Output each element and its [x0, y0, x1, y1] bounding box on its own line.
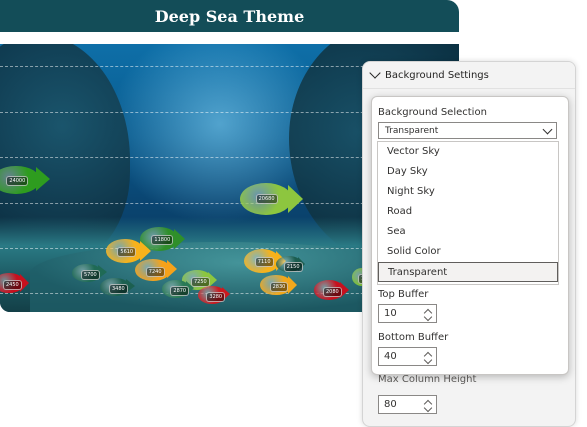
chevron-down-icon[interactable]: [369, 67, 381, 79]
option-vector-sky[interactable]: Vector Sky: [378, 142, 558, 162]
fish-tail: [288, 185, 303, 213]
fish-marker[interactable]: 2150: [276, 254, 305, 274]
bottom-buffer-label: Bottom Buffer: [378, 332, 449, 343]
chevron-down-icon[interactable]: [542, 124, 553, 135]
fish-value-label: 2150: [283, 261, 303, 272]
top-buffer-value: 10: [384, 308, 397, 319]
background-selection-value: Transparent: [385, 125, 439, 136]
fish-tail: [174, 228, 185, 249]
bottom-buffer-value: 40: [384, 351, 397, 362]
option-sea[interactable]: Sea: [378, 222, 558, 242]
fish-value-label: 2450: [3, 279, 22, 290]
option-road[interactable]: Road: [378, 202, 558, 222]
background-selection-dropdown[interactable]: Transparent: [378, 122, 557, 139]
max-column-height-label: Max Column Height: [378, 374, 477, 385]
option-night-sky[interactable]: Night Sky: [378, 182, 558, 202]
title-bar: Deep Sea Theme: [0, 0, 459, 32]
fish-value-label: 5610: [117, 247, 137, 258]
fish-tail: [288, 275, 297, 294]
bottom-buffer-input[interactable]: 40: [378, 347, 437, 366]
background-settings-header[interactable]: Background Settings: [363, 62, 575, 89]
fish-marker[interactable]: 3480: [100, 276, 135, 298]
fish-marker[interactable]: 2450: [0, 270, 29, 296]
fish-value-label: 20680: [255, 194, 278, 205]
fish-value-label: 2830: [269, 281, 289, 292]
max-column-height-value: 80: [384, 399, 397, 410]
fish-value-label: 2080: [323, 287, 342, 298]
fish-marker[interactable]: 5700: [72, 262, 107, 284]
fish-marker[interactable]: 20680: [240, 179, 303, 219]
option-solid-color[interactable]: Solid Color: [378, 242, 558, 262]
fish-marker[interactable]: 2830: [260, 272, 297, 298]
option-day-sky[interactable]: Day Sky: [378, 162, 558, 182]
fish-value-label: 7240: [145, 266, 165, 277]
fish-marker[interactable]: 24000: [0, 162, 50, 198]
fish-value-label: 3280: [206, 292, 226, 303]
fish-value-label: 3480: [109, 284, 128, 295]
fish-value-label: 24000: [6, 175, 29, 186]
fish-value-label: 2870: [170, 286, 190, 297]
fish-tail: [167, 260, 177, 279]
fish-marker[interactable]: 2870: [162, 278, 194, 300]
background-options-list: Vector Sky Day Sky Night Sky Road Sea So…: [377, 141, 559, 285]
fish-tail: [36, 167, 50, 192]
section-title: Background Settings: [385, 69, 489, 81]
top-buffer-label: Top Buffer: [378, 289, 429, 300]
page-title: Deep Sea Theme: [154, 6, 305, 26]
background-selection-label: Background Selection: [378, 107, 487, 118]
max-column-height-input[interactable]: 80: [378, 395, 437, 414]
fish-value-label: 5700: [81, 270, 100, 281]
fish-marker[interactable]: 3280: [198, 284, 230, 306]
fish-value-label: 7110: [254, 257, 274, 268]
fish-value-label: 11800: [151, 235, 174, 246]
option-transparent[interactable]: Transparent: [378, 262, 558, 282]
top-buffer-input[interactable]: 10: [378, 304, 437, 323]
fish-marker[interactable]: 2080: [314, 278, 349, 302]
